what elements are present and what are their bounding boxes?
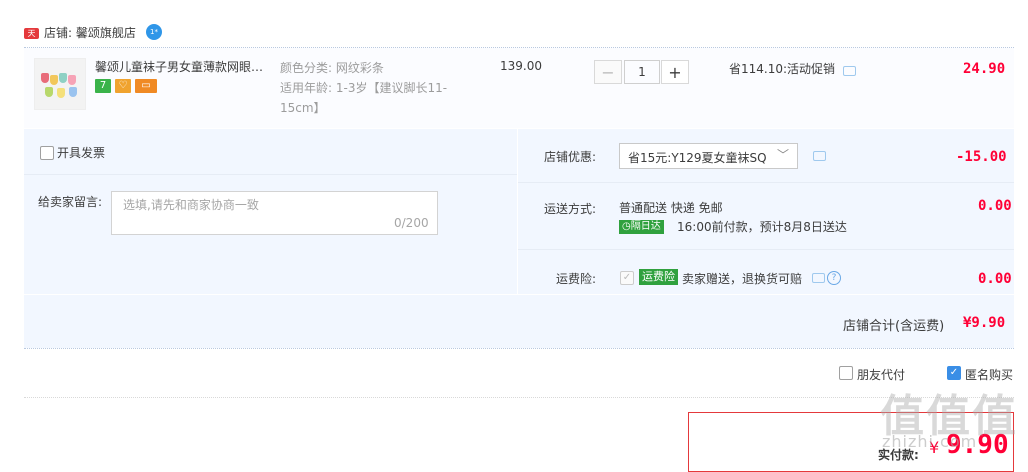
freight-insurance-desc: 卖家赠送，退换货可赔 bbox=[682, 272, 803, 286]
anonymous-checkbox[interactable]: ✓ bbox=[947, 366, 961, 380]
quantity-decrease-button[interactable]: − bbox=[594, 60, 622, 84]
sock-shape bbox=[69, 87, 77, 97]
attr-age-value: 1-3岁【建议脚长11- bbox=[335, 81, 448, 95]
chevron-down-icon[interactable]: ﹀ bbox=[777, 146, 789, 163]
divider bbox=[518, 182, 1014, 183]
freight-insurance-label: 运费险: bbox=[556, 272, 597, 286]
message-icon[interactable] bbox=[813, 151, 826, 161]
attr-color: 颜色分类: 网纹彩条 bbox=[280, 58, 384, 78]
delivery-eta: 16:00前付款，预计8月8日送达 bbox=[677, 220, 847, 234]
heart-service-icon[interactable]: ♡ bbox=[115, 79, 131, 93]
sock-shape bbox=[41, 73, 49, 83]
shipping-amount: 0.00 bbox=[978, 198, 1012, 214]
freight-insurance-checkbox: ✓ bbox=[620, 271, 634, 285]
quantity-input[interactable]: 1 bbox=[624, 60, 660, 84]
divider bbox=[24, 397, 1014, 398]
friend-pay-checkbox[interactable] bbox=[839, 366, 853, 380]
sock-shape bbox=[57, 88, 65, 98]
invoice-checkbox[interactable] bbox=[40, 146, 54, 160]
divider bbox=[518, 249, 1014, 250]
remark-placeholder: 选填,请先和商家协商一致 bbox=[123, 198, 259, 212]
message-icon[interactable] bbox=[812, 273, 825, 283]
divider bbox=[24, 174, 517, 175]
divider bbox=[24, 348, 1014, 349]
attr-color-label: 颜色分类: bbox=[280, 61, 333, 75]
shipping-label: 运送方式: bbox=[544, 202, 597, 216]
message-icon[interactable] bbox=[843, 66, 856, 76]
quantity-increase-button[interactable]: + bbox=[661, 60, 689, 84]
card-service-icon[interactable]: ▭ bbox=[135, 79, 157, 93]
shop-discount-amount: -15.00 bbox=[956, 149, 1007, 165]
attr-age: 适用年龄: 1-3岁【建议脚长11- bbox=[280, 78, 447, 98]
clock-icon: ◷ bbox=[622, 221, 631, 232]
sock-shape bbox=[59, 73, 67, 83]
product-thumbnail[interactable] bbox=[34, 58, 86, 110]
freight-insurance-tag: 运费险 bbox=[639, 269, 678, 285]
sock-shape bbox=[50, 75, 58, 85]
attr-color-value: 网纹彩条 bbox=[335, 61, 384, 75]
next-day-tag-label: 隔日达 bbox=[630, 221, 661, 232]
seven-day-return-icon[interactable]: 7 bbox=[95, 79, 111, 93]
shop-discount-selected: 省15元:Y129夏女童袜SQ bbox=[628, 151, 767, 165]
shop-discount-label: 店铺优惠: bbox=[544, 150, 597, 164]
unit-price: 139.00 bbox=[500, 59, 542, 73]
shop-total-label: 店铺合计(含运费) bbox=[843, 319, 945, 334]
attr-age-cont: 15cm】 bbox=[280, 101, 326, 115]
sock-shape bbox=[68, 75, 76, 85]
item-subtotal: 24.90 bbox=[963, 61, 1006, 77]
freight-insurance-amount: 0.00 bbox=[978, 271, 1012, 287]
remark-char-count: 0/200 bbox=[394, 216, 429, 230]
next-day-tag: ◷隔日达 bbox=[619, 220, 664, 234]
wangwang-chat-icon[interactable]: 1* bbox=[146, 24, 162, 40]
product-title[interactable]: 馨颂儿童袜子男女童薄款网眼袜... bbox=[95, 58, 273, 75]
remark-label: 给卖家留言: bbox=[38, 195, 103, 209]
tmall-badge: 天猫 bbox=[24, 28, 39, 49]
invoice-label[interactable]: 开具发票 bbox=[57, 144, 105, 161]
sock-shape bbox=[45, 87, 53, 97]
watermark-url: zhizhi.com bbox=[882, 432, 978, 451]
shipping-method: 普通配送 快递 免邮 bbox=[619, 201, 723, 215]
shop-name[interactable]: 店铺: 馨颂旗舰店 bbox=[44, 24, 136, 41]
attr-age-label: 适用年龄: bbox=[280, 81, 333, 95]
promotion-text: 省114.10:活动促销 bbox=[729, 62, 836, 76]
shop-total-amount: ¥9.90 bbox=[963, 315, 1006, 331]
help-icon[interactable]: ? bbox=[827, 271, 841, 285]
